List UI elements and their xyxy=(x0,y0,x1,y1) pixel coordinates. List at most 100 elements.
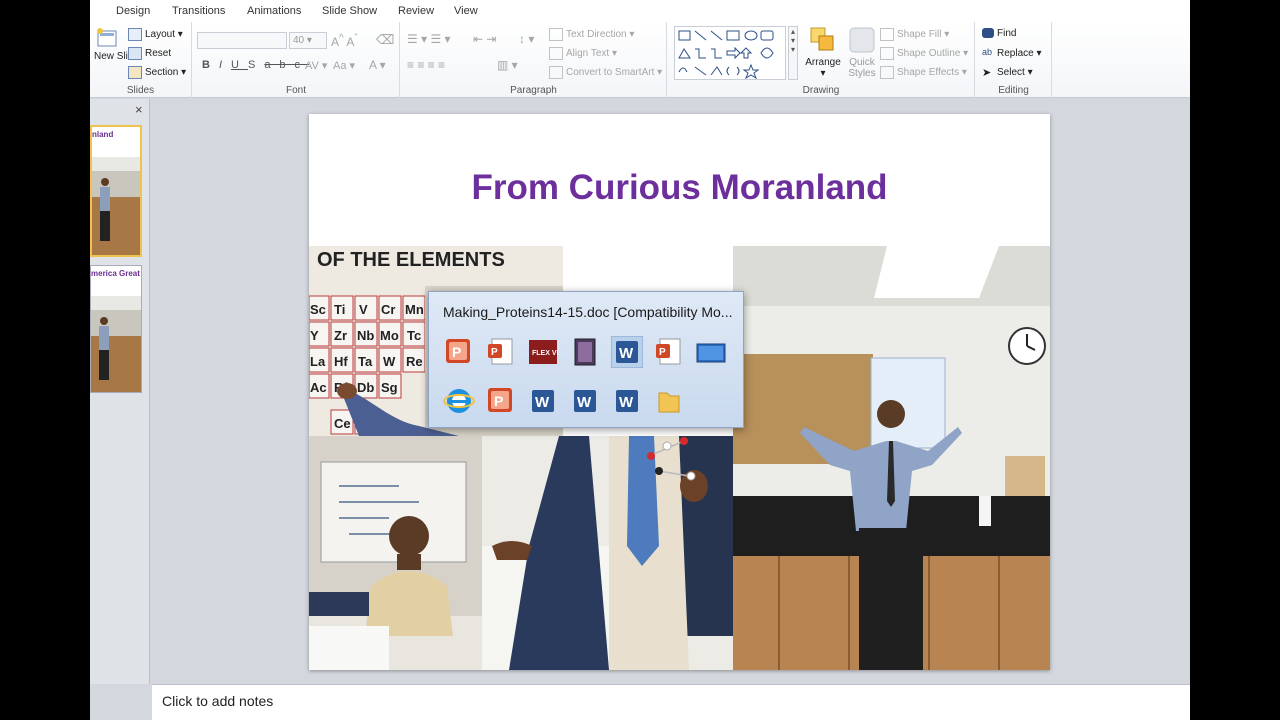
word-icon[interactable]: W xyxy=(527,385,559,417)
text-direction-label: Text Direction xyxy=(566,29,627,41)
text-direction-icon xyxy=(549,28,563,41)
convert-smartart-label: Convert to SmartArt xyxy=(566,67,655,79)
reset-button[interactable]: Reset xyxy=(128,47,171,60)
svg-text:Ac: Ac xyxy=(310,380,327,395)
convert-smartart-button[interactable]: Convert to SmartArt ▾ xyxy=(549,66,662,79)
font-size-value: 40 xyxy=(293,35,305,46)
quick-styles-button[interactable]: Quick Styles xyxy=(844,26,880,79)
molecule-model-photo xyxy=(482,436,733,670)
align-text-icon xyxy=(549,47,563,60)
word-icon[interactable]: W xyxy=(569,385,601,417)
thumbnail-title: nland xyxy=(92,130,114,139)
section-button[interactable]: Section ▾ xyxy=(128,66,186,79)
align-text-button[interactable]: Align Text ▾ xyxy=(549,47,617,60)
svg-text:P: P xyxy=(452,344,461,360)
arrange-icon xyxy=(810,27,834,51)
layout-button[interactable]: Layout ▾ xyxy=(128,28,183,41)
shape-outline-label: Shape Outline xyxy=(897,48,961,60)
svg-text:Db: Db xyxy=(357,380,374,395)
tab-transitions[interactable]: Transitions xyxy=(172,5,225,17)
svg-text:W: W xyxy=(383,354,396,369)
powerpoint-doc-icon[interactable]: P xyxy=(653,336,685,368)
spacing-button[interactable]: AV ▾ xyxy=(305,59,327,72)
shape-fill-icon xyxy=(880,28,894,41)
shapes-gallery[interactable] xyxy=(674,26,786,80)
layout-label: Layout xyxy=(145,29,176,41)
change-case-button[interactable]: Aa ▾ xyxy=(333,59,355,72)
tab-review[interactable]: Review xyxy=(398,5,434,17)
text-direction-button[interactable]: Text Direction ▾ xyxy=(549,28,634,41)
powerpoint-doc-icon[interactable]: P xyxy=(485,336,517,368)
shape-effects-button[interactable]: Shape Effects ▾ xyxy=(880,66,967,79)
powerpoint-icon[interactable]: P xyxy=(485,385,517,417)
popup-window-title[interactable]: Making_Proteins14-15.doc [Compatibility … xyxy=(443,304,732,320)
indent-buttons[interactable]: ⇤ ⇥ xyxy=(473,32,496,46)
svg-text:Ce: Ce xyxy=(334,416,351,431)
font-size-box[interactable]: 40 ▾ xyxy=(289,32,327,49)
bullets-button[interactable]: ☰ ▾ ☰ ▾ xyxy=(407,32,451,46)
close-pane-icon[interactable]: × xyxy=(135,102,143,117)
replace-label: Replace xyxy=(997,48,1034,60)
tab-design[interactable]: Design xyxy=(116,5,150,17)
font-name-box[interactable] xyxy=(197,32,287,49)
svg-text:Re: Re xyxy=(406,354,423,369)
select-button[interactable]: ➤ Select ▾ xyxy=(982,66,1033,79)
ribbon: New Slide Layout ▾ Reset Section ▾ Slide… xyxy=(90,22,1190,98)
editing-group: Find ab Replace ▾ ➤ Select ▾ Editing xyxy=(976,22,1052,98)
font-format-buttons[interactable]: BIUSabc xyxy=(202,59,309,71)
svg-text:V: V xyxy=(359,302,368,317)
powerpoint-icon[interactable]: P xyxy=(443,336,475,368)
ribbon-tab-bar: Design Transitions Animations Slide Show… xyxy=(90,0,1190,22)
svg-text:W: W xyxy=(619,394,634,411)
slide-title[interactable]: From Curious Moranland xyxy=(309,168,1050,208)
columns-button[interactable]: ▥ ▾ xyxy=(497,58,518,72)
new-slide-label: New Slide xyxy=(94,51,140,62)
svg-text:Ti: Ti xyxy=(334,302,345,317)
shape-fill-button[interactable]: Shape Fill ▾ xyxy=(880,28,949,41)
taskbar-jump-popup[interactable]: Making_Proteins14-15.doc [Compatibility … xyxy=(428,291,744,428)
quick-styles-label: Quick Styles xyxy=(848,57,876,79)
new-slide-icon xyxy=(97,28,117,47)
line-spacing-button[interactable]: ↕ ▾ xyxy=(519,32,534,46)
media-icon[interactable] xyxy=(569,336,601,368)
svg-text:Zr: Zr xyxy=(334,328,347,343)
align-text-label: Align Text xyxy=(566,48,610,60)
shape-effects-icon xyxy=(880,66,894,79)
slide-thumbnail-2[interactable]: merica Great xyxy=(90,265,142,393)
word-icon-active[interactable]: W xyxy=(611,336,643,368)
shape-outline-button[interactable]: Shape Outline ▾ xyxy=(880,47,968,60)
grow-font-button[interactable]: A^ Aˇ xyxy=(331,33,358,49)
tab-view[interactable]: View xyxy=(454,5,478,17)
svg-text:Sg: Sg xyxy=(381,380,398,395)
replace-button[interactable]: ab Replace ▾ xyxy=(982,47,1042,60)
find-button[interactable]: Find xyxy=(982,28,1016,39)
folder-icon[interactable] xyxy=(653,385,685,417)
slides-group-label: Slides xyxy=(126,85,155,96)
new-slide-button[interactable]: New Slide xyxy=(94,28,140,62)
svg-text:Sc: Sc xyxy=(310,302,326,317)
shapes-scroll[interactable]: ▴ ▾ ▾ xyxy=(788,26,798,80)
internet-explorer-icon[interactable] xyxy=(443,385,475,417)
flexview-icon[interactable]: FLEX VIEW xyxy=(527,336,559,368)
svg-text:Cr: Cr xyxy=(381,302,395,317)
man-at-desk-photo xyxy=(309,436,482,670)
svg-text:OF THE ELEMENTS: OF THE ELEMENTS xyxy=(317,249,505,271)
paragraph-group-label: Paragraph xyxy=(510,85,557,96)
tab-animations[interactable]: Animations xyxy=(247,5,301,17)
layout-icon xyxy=(128,28,142,41)
classroom-photo xyxy=(733,246,1050,670)
word-icon[interactable]: W xyxy=(611,385,643,417)
arrange-button[interactable]: Arrange ▾ xyxy=(803,26,843,79)
svg-text:P: P xyxy=(494,393,503,409)
reset-label: Reset xyxy=(145,48,172,60)
desktop-icon[interactable] xyxy=(695,336,727,368)
clear-format-icon[interactable]: ⌫ xyxy=(376,32,394,48)
shape-fill-label: Shape Fill xyxy=(897,29,942,41)
align-buttons[interactable]: ≡ ≡ ≡ ≡ xyxy=(407,58,445,72)
drawing-group: ▴ ▾ ▾ Arrange ▾ Quick Styles Shape Fill ▾ S… xyxy=(668,22,975,98)
notes-pane[interactable]: Click to add notes xyxy=(152,684,1190,720)
tab-slide-show[interactable]: Slide Show xyxy=(322,5,377,17)
font-color-button[interactable]: A ▾ xyxy=(369,58,386,72)
slide-thumbnail-1[interactable]: nland xyxy=(90,125,142,257)
shapes-gallery-icons xyxy=(678,30,774,80)
